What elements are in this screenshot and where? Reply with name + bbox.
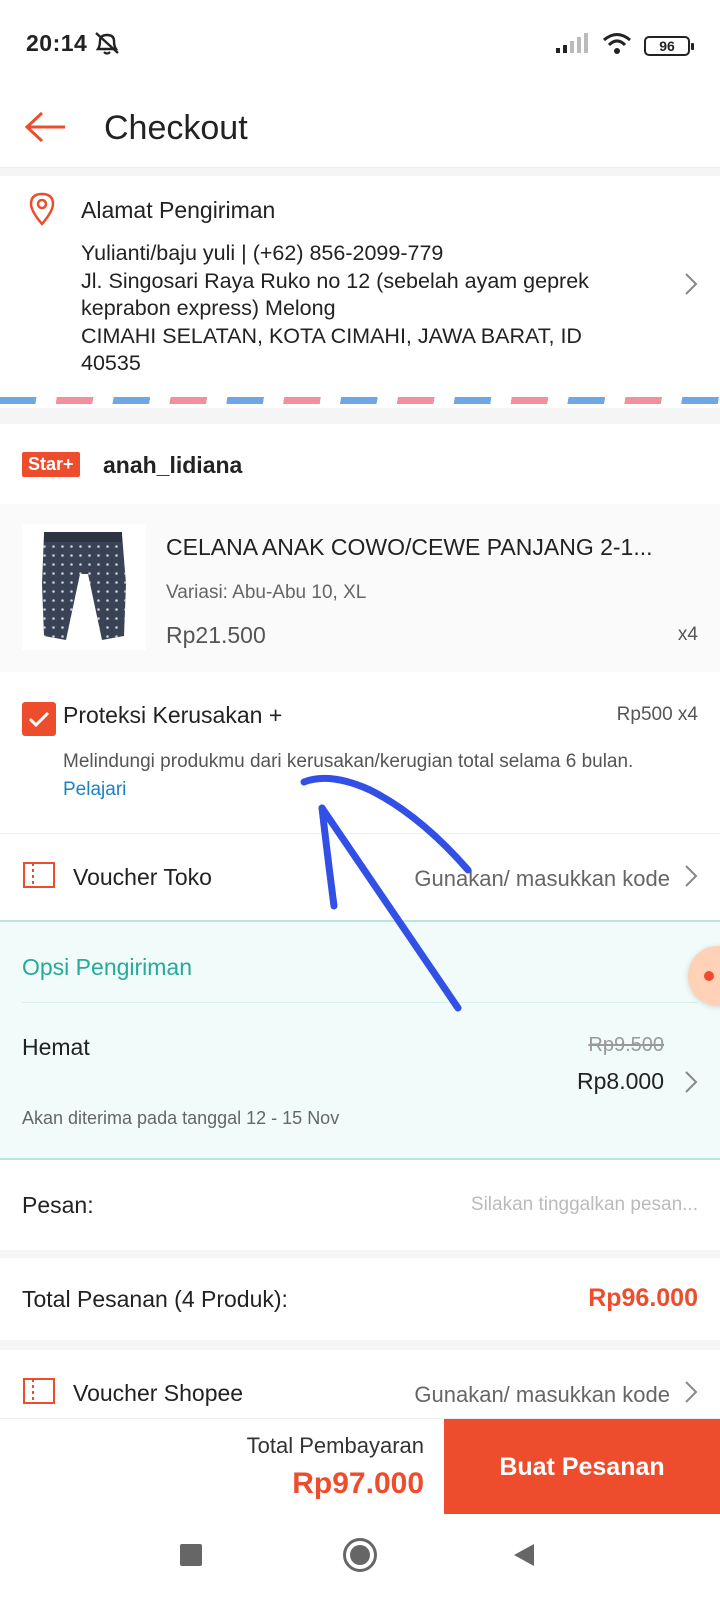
- recent-apps-icon[interactable]: [180, 1544, 202, 1566]
- star-plus-badge: Star+: [22, 452, 80, 477]
- page-title: Checkout: [104, 109, 248, 147]
- arrow-left-icon: [24, 111, 65, 143]
- protection-checkbox[interactable]: [22, 702, 56, 736]
- chevron-right-icon: [684, 864, 698, 893]
- product-item[interactable]: CELANA ANAK COWO/CEWE PANJANG 2-1... Var…: [0, 504, 720, 672]
- learn-more-link[interactable]: Pelajari: [63, 779, 126, 800]
- address-line: Jl. Singosari Raya Ruko no 12 (sebelah a…: [81, 268, 589, 293]
- message-label: Pesan:: [22, 1192, 94, 1218]
- message-row: Pesan:: [0, 1160, 720, 1250]
- shop-voucher-hint: Gunakan/ masukkan kode: [414, 866, 670, 891]
- back-triangle-icon[interactable]: [512, 1542, 536, 1573]
- shop-header: Star+ anah_lidiana: [0, 424, 720, 504]
- protection-desc-text: Melindungi produkmu dari kerusakan/kerug…: [63, 751, 634, 772]
- check-icon: [28, 711, 50, 728]
- alarm-off-icon: [92, 30, 122, 61]
- wifi-icon: [602, 32, 632, 59]
- product-name: CELANA ANAK COWO/CEWE PANJANG 2-1...: [166, 534, 653, 560]
- order-total-value: Rp96.000: [588, 1284, 698, 1312]
- shopee-voucher-hint: Gunakan/ masukkan kode: [414, 1382, 670, 1407]
- shop-name: anah_lidiana: [103, 452, 243, 478]
- shipping-option-name: Hemat: [22, 1034, 90, 1060]
- status-time: 20:14: [26, 30, 88, 56]
- shopee-voucher-row[interactable]: Voucher Shopee Gunakan/ masukkan kode: [0, 1350, 720, 1420]
- product-price: Rp21.500: [166, 622, 266, 648]
- shop-voucher-label: Voucher Toko: [73, 864, 212, 890]
- place-order-button[interactable]: Buat Pesanan: [444, 1419, 720, 1515]
- product-variant: Variasi: Abu-Abu 10, XL: [166, 582, 367, 603]
- address-title: Alamat Pengiriman: [81, 197, 276, 223]
- airmail-border: [0, 397, 720, 404]
- protection-title: Proteksi Kerusakan +: [63, 702, 283, 728]
- address-line: CIMAHI SELATAN, KOTA CIMAHI, JAWA BARAT,…: [81, 323, 582, 348]
- voucher-icon: [22, 1377, 56, 1410]
- shipping-original-price: Rp9.500: [588, 1034, 664, 1056]
- location-pin-icon: [28, 192, 56, 231]
- checkout-bottom-bar: Total Pembayaran Rp97.000 Buat Pesanan: [0, 1418, 720, 1515]
- status-bar: 20:14 96: [0, 0, 720, 88]
- damage-protection-section: Proteksi Kerusakan + Rp500 x4 Melindungi…: [0, 672, 720, 834]
- battery-icon: 96: [644, 35, 694, 56]
- address-line: 40535: [81, 351, 141, 375]
- protection-price: Rp500 x4: [616, 704, 698, 725]
- address-line: Yulianti/baju yuli | (+62) 856-2099-779: [81, 241, 444, 265]
- total-payment-label: Total Pembayaran: [246, 1433, 424, 1458]
- voucher-icon: [22, 861, 56, 894]
- chevron-right-icon: [684, 272, 698, 301]
- shopee-voucher-label: Voucher Shopee: [73, 1380, 244, 1406]
- home-icon[interactable]: [343, 1538, 377, 1572]
- address-details: Yulianti/baju yuli | (+62) 856-2099-779 …: [81, 240, 661, 378]
- shop-voucher-row[interactable]: Voucher Toko Gunakan/ masukkan kode: [0, 834, 720, 920]
- product-image: [22, 524, 146, 650]
- product-quantity: x4: [677, 624, 698, 645]
- delivery-estimate: Akan diterima pada tanggal 12 - 15 Nov: [22, 1108, 340, 1128]
- message-input[interactable]: [378, 1190, 698, 1220]
- system-nav-bar: [0, 1514, 720, 1600]
- divider: [22, 1002, 698, 1003]
- protection-description: Melindungi produkmu dari kerusakan/kerug…: [63, 748, 683, 804]
- app-bar: Checkout: [0, 88, 720, 168]
- signal-icon: [556, 33, 590, 58]
- shipping-title: Opsi Pengiriman: [22, 954, 193, 980]
- status-icons: 96: [556, 32, 694, 59]
- address-line: keprabon express) Melong: [81, 296, 336, 320]
- order-total-label: Total Pesanan (4 Produk):: [22, 1286, 288, 1312]
- shipping-address-section[interactable]: Alamat Pengiriman Yulianti/baju yuli | (…: [0, 176, 720, 408]
- shipping-options-section[interactable]: Opsi Pengiriman Hemat Rp9.500 Rp8.000 Ak…: [0, 920, 720, 1160]
- shipping-price: Rp8.000: [577, 1068, 664, 1094]
- chevron-right-icon: [684, 1380, 698, 1409]
- back-button[interactable]: [20, 102, 70, 152]
- order-total-row: Total Pesanan (4 Produk): Rp96.000: [0, 1258, 720, 1340]
- total-payment-value: Rp97.000: [292, 1467, 424, 1500]
- chevron-right-icon: [684, 1070, 698, 1099]
